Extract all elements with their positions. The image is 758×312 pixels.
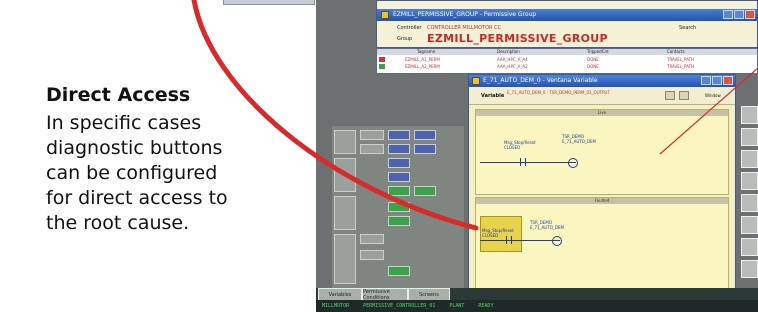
callout-line-4: for direct access to	[46, 187, 228, 209]
window-label: Window	[705, 93, 721, 98]
callout-line-5: the root cause.	[46, 212, 190, 234]
group-value: EZMILL_PERMISSIVE_GROUP	[427, 32, 608, 45]
table-cell: DONE	[587, 64, 599, 69]
ladder-tag: TSR_DEMO E_71_AUTO_DEM	[530, 220, 564, 230]
ladder-tag: TSR_DEMO E_71_AUTO_DEM	[562, 134, 596, 144]
grid-cell[interactable]	[388, 186, 410, 196]
table-cell: EZMILL_A2_PERM	[405, 64, 440, 69]
side-button[interactable]	[741, 106, 758, 124]
grid-cell[interactable]	[360, 144, 384, 154]
grid-cell[interactable]	[388, 144, 410, 154]
window-title-bar[interactable]: E_71_AUTO_DEM_0 - Ventana Variable	[469, 75, 735, 87]
status-indicator	[379, 64, 385, 69]
grid-cell[interactable]	[388, 158, 410, 168]
column-header[interactable]: TrippedCnt	[587, 49, 609, 54]
table-header: Tagname Description TrippedCnt Contacts	[377, 49, 757, 55]
search-label: Search	[679, 25, 697, 31]
ladder-rung	[480, 240, 560, 241]
permissive-table: Tagname Description TrippedCnt Contacts …	[376, 48, 758, 74]
minimize-icon[interactable]	[701, 76, 711, 85]
close-icon[interactable]	[745, 10, 755, 19]
grid-cell[interactable]	[414, 130, 436, 140]
variable-value: E_71_AUTO_DEM_0 : TSR_DEMO_PERM_01_OUTPU…	[507, 90, 610, 95]
status-item: PLANT	[449, 303, 465, 309]
controller-value: CONTROLLER MILLMOTOR CC	[427, 25, 502, 31]
ladder-contact[interactable]	[520, 158, 526, 166]
close-icon[interactable]	[723, 76, 733, 85]
grid-cell[interactable]	[388, 172, 410, 182]
ladder-tag: Msg_Stop/Reset CLOSED	[504, 140, 536, 150]
window-fragment	[223, 0, 315, 5]
find-icon[interactable]	[665, 91, 675, 100]
status-item: READY	[478, 303, 494, 309]
grid-cell[interactable]	[334, 196, 356, 230]
status-item: MILLMOTOR	[322, 303, 350, 309]
group-label: Group	[397, 36, 413, 42]
grid-cell[interactable]	[360, 250, 384, 260]
side-button[interactable]	[741, 172, 758, 190]
window-icon	[472, 77, 480, 85]
status-item: PERMISSIVE_CONTROLLER_01	[363, 303, 436, 309]
grid-cell[interactable]	[388, 202, 410, 212]
faulted-logic-panel: Faulted Msg_Stop/Reset CLOSED TSR_DEMO E_7…	[475, 197, 729, 293]
column-header[interactable]: Description	[497, 49, 520, 54]
ladder-rung	[480, 162, 576, 163]
side-button[interactable]	[741, 238, 758, 256]
panel-title: Live	[476, 110, 728, 116]
column-header[interactable]: Tagname	[417, 49, 435, 54]
variable-toolbar: Variable E_71_AUTO_DEM_0 : TSR_DEMO_PERM…	[469, 87, 735, 105]
side-button[interactable]	[741, 216, 758, 234]
window-title: E_71_AUTO_DEM_0 - Ventana Variable	[483, 77, 598, 84]
grid-cell[interactable]	[360, 130, 384, 140]
status-indicator	[379, 57, 385, 62]
ladder-coil[interactable]	[568, 158, 578, 168]
maximize-icon[interactable]	[734, 10, 744, 19]
navigate-icon[interactable]	[679, 91, 689, 100]
permissive-group-window: EZMILL_PERMISSIVE_GROUP - Permissive Gro…	[376, 0, 758, 48]
ladder-contact[interactable]	[506, 236, 512, 244]
side-button[interactable]	[741, 194, 758, 212]
table-cell: EZMILL_A1_PERM	[405, 57, 440, 62]
window-title: EZMILL_PERMISSIVE_GROUP - Permissive Gro…	[393, 11, 537, 18]
side-button[interactable]	[741, 260, 758, 278]
callout-line-1: In specific cases	[46, 112, 202, 134]
callout-line-3: can be configured	[46, 162, 218, 184]
table-cell: TRAVEL_PATH	[667, 64, 695, 69]
grid-cell[interactable]	[388, 216, 410, 226]
ladder-coil[interactable]	[552, 236, 562, 246]
grid-cell[interactable]	[334, 130, 356, 154]
table-cell: AAA_HPC_A_A2	[497, 64, 528, 69]
grid-cell[interactable]	[414, 144, 436, 154]
grid-cell[interactable]	[388, 130, 410, 140]
window-icon	[381, 11, 389, 19]
window-title-bar[interactable]: EZMILL_PERMISSIVE_GROUP - Permissive Gro…	[377, 9, 757, 21]
callout-title: Direct Access	[46, 84, 191, 106]
status-grid	[332, 126, 464, 288]
panel-title: Faulted	[476, 198, 728, 204]
callout-line-2: diagnostic buttons	[46, 137, 223, 159]
table-cell: DONE	[587, 57, 599, 62]
maximize-icon[interactable]	[712, 76, 722, 85]
ladder-tag: Msg_Stop/Reset CLOSED	[482, 228, 514, 238]
grid-cell[interactable]	[334, 158, 356, 192]
side-button[interactable]	[741, 150, 758, 168]
side-button[interactable]	[741, 128, 758, 146]
live-logic-panel: Live Msg_Stop/Reset CLOSED TSR_DEMO E_71_A…	[475, 109, 729, 195]
table-cell: TRAVEL_PATH	[667, 57, 695, 62]
grid-cell[interactable]	[388, 266, 410, 276]
table-cell: AAA_HPC_A_A4	[497, 57, 528, 62]
grid-cell[interactable]	[360, 234, 384, 244]
variable-window: E_71_AUTO_DEM_0 - Ventana Variable Varia…	[468, 74, 736, 300]
status-bar: MILLMOTOR PERMISSIVE_CONTROLLER_01 PLANT…	[316, 300, 758, 312]
grid-cell[interactable]	[334, 234, 356, 284]
column-header[interactable]: Contacts	[667, 49, 685, 54]
variable-label: Variable	[481, 93, 505, 99]
grid-cell[interactable]	[414, 186, 436, 196]
controller-label: Controller	[397, 25, 422, 31]
minimize-icon[interactable]	[723, 10, 733, 19]
